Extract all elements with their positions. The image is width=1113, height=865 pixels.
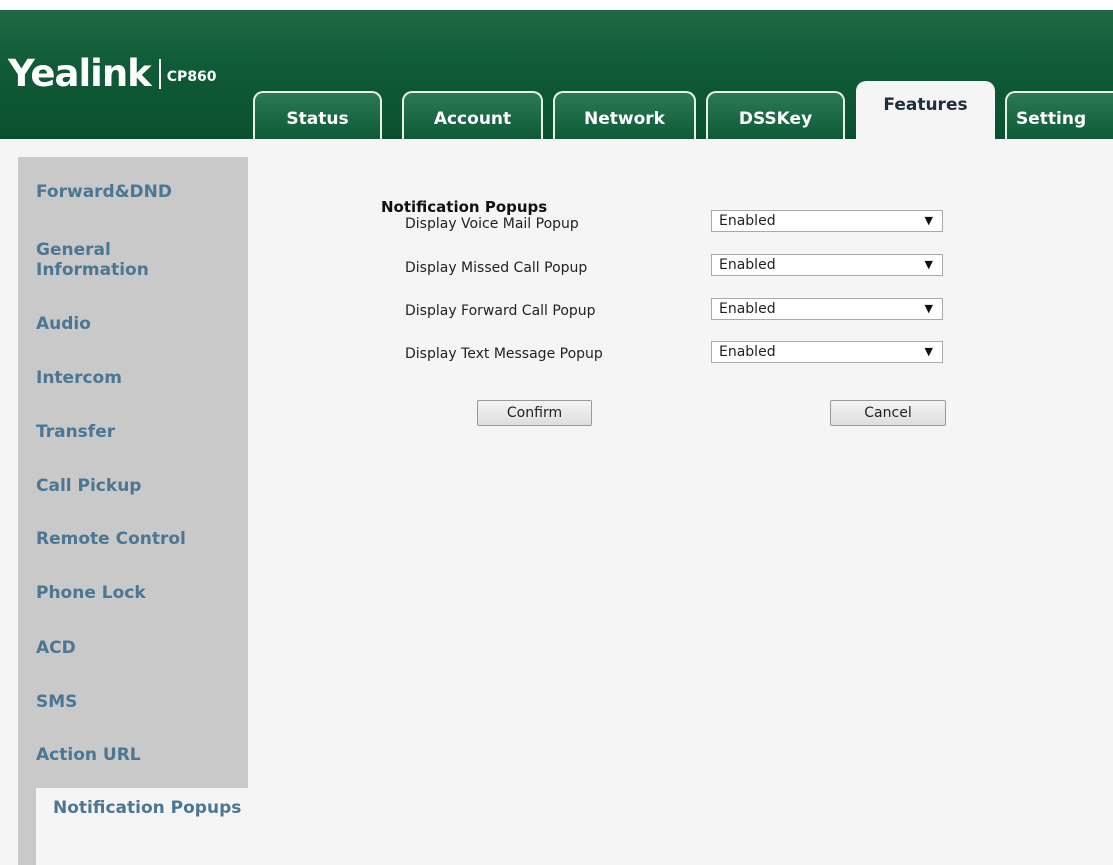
text-message-popup-label: Display Text Message Popup [405, 346, 603, 362]
sidebar-item-transfer[interactable]: Transfer [36, 422, 256, 442]
select-value: Enabled [719, 213, 776, 229]
brand-separator [158, 58, 161, 89]
select-value: Enabled [719, 344, 776, 360]
sidebar-item-intercom[interactable]: Intercom [36, 368, 256, 388]
missed-call-popup-select[interactable]: Enabled ▼ [711, 254, 943, 276]
forward-call-popup-label: Display Forward Call Popup [405, 303, 596, 319]
tab-account[interactable]: Account [402, 91, 543, 139]
top-strip [0, 0, 1113, 10]
sidebar-item-phone-lock[interactable]: Phone Lock [36, 583, 256, 603]
tab-network[interactable]: Network [553, 91, 696, 139]
sidebar-item-label: Notification Popups [53, 798, 242, 818]
text-message-popup-select[interactable]: Enabled ▼ [711, 341, 943, 363]
brand-name: Yealink [8, 52, 152, 95]
sidebar-item-forward-dnd[interactable]: Forward&DND [36, 182, 256, 202]
sidebar-item-general-information[interactable]: General Information [36, 240, 186, 280]
select-value: Enabled [719, 301, 776, 317]
voice-mail-popup-label: Display Voice Mail Popup [405, 216, 579, 232]
missed-call-popup-label: Display Missed Call Popup [405, 260, 588, 276]
confirm-button[interactable]: Confirm [477, 400, 592, 426]
chevron-down-icon: ▼ [924, 302, 933, 315]
brand-logo: Yealink CP860 [8, 52, 217, 95]
tab-features[interactable]: Features [856, 81, 995, 139]
chevron-down-icon: ▼ [924, 345, 933, 358]
sidebar-item-call-pickup[interactable]: Call Pickup [36, 476, 256, 496]
sidebar-item-audio[interactable]: Audio [36, 314, 256, 334]
sidebar-item-sms[interactable]: SMS [36, 692, 256, 712]
sidebar-item-remote-control[interactable]: Remote Control [36, 529, 256, 549]
chevron-down-icon: ▼ [924, 258, 933, 271]
cancel-button[interactable]: Cancel [830, 400, 946, 426]
select-value: Enabled [719, 257, 776, 273]
tab-status[interactable]: Status [253, 91, 382, 139]
sidebar-item-action-url[interactable]: Action URL [36, 745, 256, 765]
sidebar-item-acd[interactable]: ACD [36, 638, 256, 658]
voice-mail-popup-select[interactable]: Enabled ▼ [711, 210, 943, 232]
header-bar: Yealink CP860 Status Account Network DSS… [0, 10, 1113, 139]
section-title: Notification Popups [381, 198, 548, 216]
forward-call-popup-select[interactable]: Enabled ▼ [711, 298, 943, 320]
sidebar-item-notification-popups[interactable]: Notification Popups [36, 788, 261, 865]
brand-model: CP860 [166, 68, 217, 85]
chevron-down-icon: ▼ [924, 214, 933, 227]
tab-setting[interactable]: Setting [1005, 91, 1113, 139]
tab-dsskey[interactable]: DSSKey [706, 91, 845, 139]
